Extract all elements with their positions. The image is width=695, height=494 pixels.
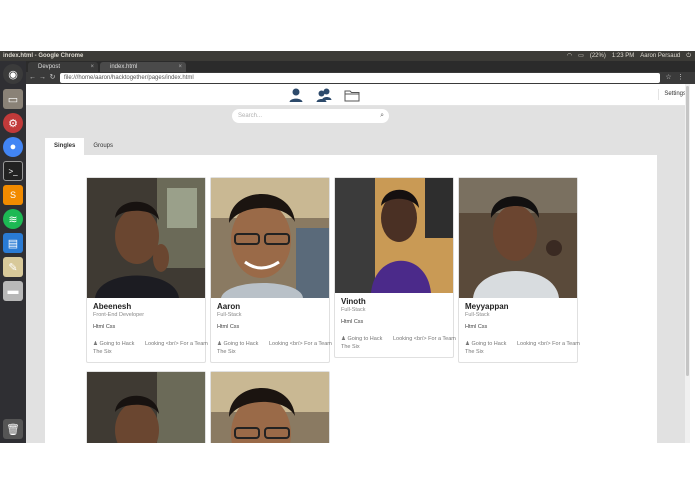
scrollbar-thumb[interactable] (686, 86, 689, 376)
profile-photo (87, 372, 205, 443)
drive-icon[interactable]: ▬ (3, 281, 23, 301)
profile-photo (459, 178, 577, 298)
window-title: index.html - Google Chrome (3, 53, 84, 59)
menu-icon[interactable]: ⋮ (676, 72, 685, 84)
screen: index.html - Google Chrome ◠ ▭ (22%) 1:2… (0, 0, 695, 494)
browser-toolbar: ← → ↻ file:///home/aaron/hacktogether/pa… (26, 72, 695, 84)
profile-card[interactable] (86, 371, 206, 443)
page-content: Settings Search... ⌕ Singles Groups Abee… (26, 84, 690, 443)
card-name: Vinoth (341, 297, 366, 306)
card-skills: Html Css (93, 324, 116, 330)
card-name: Aaron (217, 302, 241, 311)
wifi-icon[interactable]: ◠ (567, 51, 572, 61)
battery-icon[interactable]: ▭ (578, 51, 584, 61)
terminal-icon[interactable]: >_ (3, 161, 23, 181)
profile-photo (211, 372, 329, 443)
looking-status: Looking <br/> For a Team (145, 341, 208, 347)
launcher: ◉ ▭ ⚙ ● >_ S ≋ ▤ ✎ ▬ 🗑 (0, 61, 26, 443)
settings-app-icon[interactable]: ⚙ (3, 113, 23, 133)
files-icon[interactable]: ▭ (3, 89, 23, 109)
profile-photo (211, 178, 329, 298)
profile-photo (87, 178, 205, 298)
card-role: Full-Stack (465, 312, 490, 318)
trash-icon[interactable]: 🗑 (3, 419, 23, 439)
card-name: Abeenesh (93, 302, 132, 311)
browser-tab-devpost[interactable]: Devpost × (28, 62, 98, 72)
card-name: Meyyappan (465, 302, 509, 311)
os-top-bar: index.html - Google Chrome ◠ ▭ (22%) 1:2… (0, 51, 695, 61)
ubuntu-logo-icon[interactable]: ◉ (3, 64, 23, 84)
card-role: Front-End Developer (93, 312, 145, 318)
card-skills: Html Css (341, 319, 364, 325)
going-status: ♟ Going to Hack The Six (93, 341, 135, 355)
browser-tab-index[interactable]: index.html × (100, 62, 186, 72)
star-icon[interactable]: ☆ (664, 72, 673, 84)
chrome-icon[interactable]: ● (3, 137, 23, 157)
going-status: ♟ Going to Hack The Six (217, 341, 259, 355)
profile-card[interactable]: Aaron Full-Stack Html Css ♟ Going to Hac… (210, 177, 332, 363)
profile-card[interactable]: Vinoth Full-Stack Html Css ♟ Going to Ha… (334, 177, 456, 358)
search-input[interactable]: Search... ⌕ (232, 109, 389, 123)
looking-status: Looking <br/> For a Team (393, 336, 456, 342)
app-header: Settings (26, 84, 690, 106)
search-icon[interactable]: ⌕ (380, 109, 384, 123)
profile-card[interactable]: Meyyappan Full-Stack Html Css ♟ Going to… (458, 177, 580, 363)
clock[interactable]: 1:23 PM (612, 51, 634, 61)
settings-link[interactable]: Settings (658, 89, 686, 100)
tab-singles[interactable]: Singles (45, 138, 85, 155)
profile-photo (335, 178, 453, 293)
reload-icon[interactable]: ↻ (48, 72, 57, 84)
browser-tab-strip: Devpost × index.html × (26, 61, 695, 72)
sublime-icon[interactable]: S (3, 185, 23, 205)
back-icon[interactable]: ← (28, 72, 37, 84)
cards-panel: Abeenesh Front-End Developer Html Css ♟ … (45, 155, 657, 443)
group-users-icon[interactable] (316, 87, 332, 103)
user-name[interactable]: Aaron Persaud (640, 51, 680, 61)
address-bar[interactable]: file:///home/aaron/hacktogether/pages/in… (60, 73, 660, 83)
forward-icon[interactable]: → (38, 72, 47, 84)
close-tab-icon[interactable]: × (178, 62, 182, 72)
battery-percent: (22%) (589, 53, 606, 59)
document-icon[interactable]: ▤ (3, 233, 23, 253)
card-skills: Html Css (217, 324, 240, 330)
spotify-icon[interactable]: ≋ (3, 209, 23, 229)
profile-card[interactable]: Abeenesh Front-End Developer Html Css ♟ … (86, 177, 208, 363)
going-status: ♟ Going to Hack The Six (465, 341, 507, 355)
url-text: file:///home/aaron/hacktogether/pages/in… (64, 75, 194, 81)
going-status: ♟ Going to Hack The Six (341, 336, 383, 350)
card-role: Full-Stack (217, 312, 242, 318)
tab-groups[interactable]: Groups (84, 138, 122, 155)
folder-icon[interactable] (344, 87, 360, 103)
looking-status: Looking <br/> For a Team (517, 341, 580, 347)
card-role: Full-Stack (341, 307, 366, 313)
image-viewer-icon[interactable]: ✎ (3, 257, 23, 277)
profile-card[interactable] (210, 371, 330, 443)
looking-status: Looking <br/> For a Team (269, 341, 332, 347)
page-tabs: Singles Groups (45, 138, 122, 155)
power-icon[interactable]: ⏻ (686, 51, 691, 61)
single-user-icon[interactable] (288, 87, 304, 103)
close-tab-icon[interactable]: × (90, 62, 94, 72)
scrollbar[interactable] (685, 84, 690, 443)
main-area: Search... ⌕ Singles Groups Abeenesh Fron… (26, 106, 690, 443)
card-skills: Html Css (465, 324, 488, 330)
